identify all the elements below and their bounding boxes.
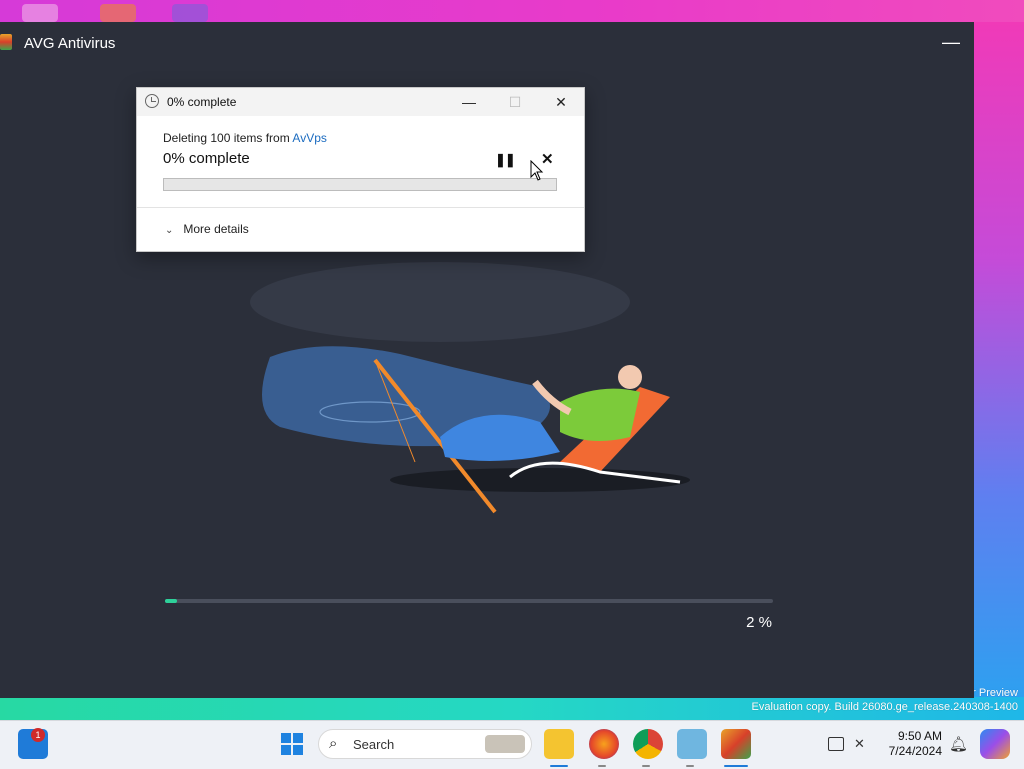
desktop-icon-2[interactable] <box>100 4 136 22</box>
person-head <box>618 365 642 389</box>
person-shirt <box>560 388 640 441</box>
chrome-icon[interactable] <box>633 729 663 759</box>
source-folder-link[interactable]: AvVps <box>292 131 326 145</box>
running-indicator <box>642 765 650 767</box>
shadow <box>390 468 690 492</box>
clock-date: 7/24/2024 <box>888 744 942 758</box>
dialog-close-button[interactable]: ✕ <box>551 92 571 112</box>
search-label: Search <box>353 737 395 752</box>
volume-icon[interactable]: ✕ <box>854 737 870 751</box>
search-highlight-icon <box>485 735 525 753</box>
taskbar-clock[interactable]: 9:50 AM 7/24/2024 <box>880 729 942 759</box>
bell-icon[interactable]: 🔔︎ <box>949 735 968 753</box>
dark-blob <box>250 262 630 342</box>
watermark-line-2: Evaluation copy. Build 26080.ge_release.… <box>751 701 1018 713</box>
avg-minimize-button[interactable]: — <box>942 32 960 53</box>
relaxing-illustration <box>250 262 690 514</box>
file-explorer-icon[interactable] <box>544 729 574 759</box>
mouse-pointer-icon <box>530 160 544 181</box>
taskbar: ⌕ Search ✕ 9:50 AM 7/24/2024 🔔︎ <box>0 720 1024 769</box>
dialog-maximize-button[interactable]: ☐ <box>505 92 525 112</box>
avg-logo-icon <box>0 34 12 50</box>
windows-logo-icon <box>281 733 303 755</box>
taskbar-search-box[interactable]: ⌕ Search <box>318 729 532 759</box>
running-indicator <box>686 765 694 767</box>
clock-icon <box>145 94 159 108</box>
desktop-icon-3[interactable] <box>172 4 208 22</box>
dialog-minimize-button[interactable]: — <box>459 92 479 112</box>
dialog-status: 0% complete <box>163 150 250 167</box>
delete-progress-dialog: 0% complete — ☐ ✕ Deleting 100 items fro… <box>136 87 585 252</box>
chevron-down-icon: ⌄ <box>165 225 174 236</box>
deleting-prefix: Deleting 100 items from <box>163 131 293 145</box>
start-button[interactable] <box>277 729 307 759</box>
widgets-badge: 1 <box>31 728 45 742</box>
clock-time: 9:50 AM <box>897 729 942 743</box>
running-indicator <box>598 765 606 767</box>
dialog-titlebar[interactable]: 0% complete — ☐ ✕ <box>137 88 584 116</box>
avg-progress-percent: 2 % <box>746 614 772 631</box>
search-icon: ⌕ <box>329 735 338 752</box>
dialog-title: 0% complete <box>167 95 237 109</box>
deleting-message: Deleting 100 items from AvVps <box>163 131 327 145</box>
desktop-icon-1[interactable] <box>22 4 58 22</box>
pause-button[interactable]: ❚❚ <box>495 152 516 168</box>
active-app-indicator <box>550 765 568 767</box>
remote-desktop-icon[interactable] <box>677 729 707 759</box>
desktop-wallpaper <box>974 22 1024 698</box>
network-icon[interactable] <box>828 737 844 751</box>
avg-progress-bar <box>165 599 773 603</box>
avg-progress-fill <box>165 599 178 603</box>
avg-window-title: AVG Antivirus <box>24 35 116 52</box>
firefox-icon[interactable] <box>589 729 619 759</box>
more-details-label: More details <box>183 222 249 236</box>
avg-taskbar-icon[interactable] <box>721 729 751 759</box>
dialog-separator <box>137 207 584 208</box>
dialog-progress-bar <box>163 178 557 191</box>
active-app-indicator <box>724 765 748 767</box>
more-details-button[interactable]: ⌄ More details <box>165 222 249 236</box>
copilot-icon[interactable] <box>980 729 1010 759</box>
